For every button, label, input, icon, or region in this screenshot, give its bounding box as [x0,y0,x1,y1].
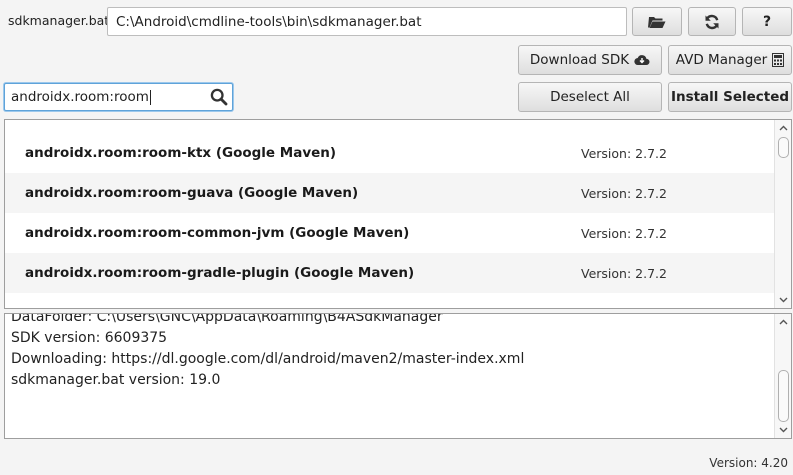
chevron-up-icon [779,319,787,325]
open-folder-button[interactable] [632,7,682,36]
text-caret [149,89,151,105]
download-sdk-label: Download SDK [529,52,630,68]
scroll-down-arrow[interactable] [775,294,791,306]
log-scrollbar[interactable] [774,314,791,438]
install-selected-label: Install Selected [670,89,790,105]
calculator-icon [772,53,785,67]
deselect-all-label: Deselect All [550,89,630,105]
chevron-up-icon [779,125,787,131]
search-icon[interactable] [210,88,228,106]
search-input-value: androidx.room:room [11,89,149,105]
package-version: Version: 2.7.2 [581,185,667,201]
avd-manager-label: AVD Manager [675,52,768,68]
install-selected-button[interactable]: Install Selected [668,82,792,112]
path-label: sdkmanager.bat: [8,13,114,28]
cloud-download-icon [634,55,650,66]
package-name: androidx.room:room-ktx (Google Maven) [25,145,337,161]
log-line: DataFolder: C:\Users\GNC\AppData\Roaming… [11,313,443,325]
chevron-down-icon [779,297,787,303]
avd-manager-button[interactable]: AVD Manager [668,45,792,75]
chevron-down-icon [779,427,787,433]
package-version: Version: 2.7.2 [581,225,667,241]
package-version: Version: 2.7.2 [581,265,667,281]
list-item[interactable]: androidx.room:room-common-jvm (Google Ma… [5,213,776,253]
list-item[interactable]: androidx.room:room-ktx (Google Maven) Ve… [5,133,776,173]
sdkmanager-path-field[interactable]: C:\Android\cmdline-tools\bin\sdkmanager.… [107,7,627,36]
deselect-all-button[interactable]: Deselect All [518,82,662,112]
search-field[interactable]: androidx.room:room [4,83,233,111]
refresh-button[interactable] [688,7,736,36]
help-label: ? [762,13,772,30]
sdkmanager-path-value: C:\Android\cmdline-tools\bin\sdkmanager.… [116,13,422,30]
log-line: Downloading: https://dl.google.com/dl/an… [11,351,525,367]
download-sdk-button[interactable]: Download SDK [518,45,662,75]
log-line: sdkmanager.bat version: 19.0 [11,372,221,388]
package-list-scrollbar[interactable] [774,120,791,308]
scroll-thumb[interactable] [778,370,789,422]
package-version: Version: 2.7.2 [581,145,667,161]
log-line: SDK version: 6609375 [11,330,168,346]
package-list[interactable]: androidx.room:room-ktx (Google Maven) Ve… [4,119,792,309]
refresh-icon [705,14,719,29]
help-button[interactable]: ? [742,7,792,36]
package-name: androidx.room:room-gradle-plugin (Google… [25,265,415,281]
package-name: androidx.room:room-common-jvm (Google Ma… [25,225,410,241]
scroll-thumb[interactable] [778,137,789,158]
app-version-label: Version: 4.20 [709,456,788,470]
scroll-up-arrow[interactable] [775,316,791,328]
package-name: androidx.room:room-guava (Google Maven) [25,185,359,201]
list-item[interactable]: androidx.room:room-gradle-plugin (Google… [5,253,776,293]
log-output[interactable]: DataFolder: C:\Users\GNC\AppData\Roaming… [4,313,792,439]
list-item[interactable]: androidx.room:room-guava (Google Maven) … [5,173,776,213]
folder-open-icon [648,16,666,28]
scroll-up-arrow[interactable] [775,122,791,134]
scroll-down-arrow[interactable] [775,424,791,436]
